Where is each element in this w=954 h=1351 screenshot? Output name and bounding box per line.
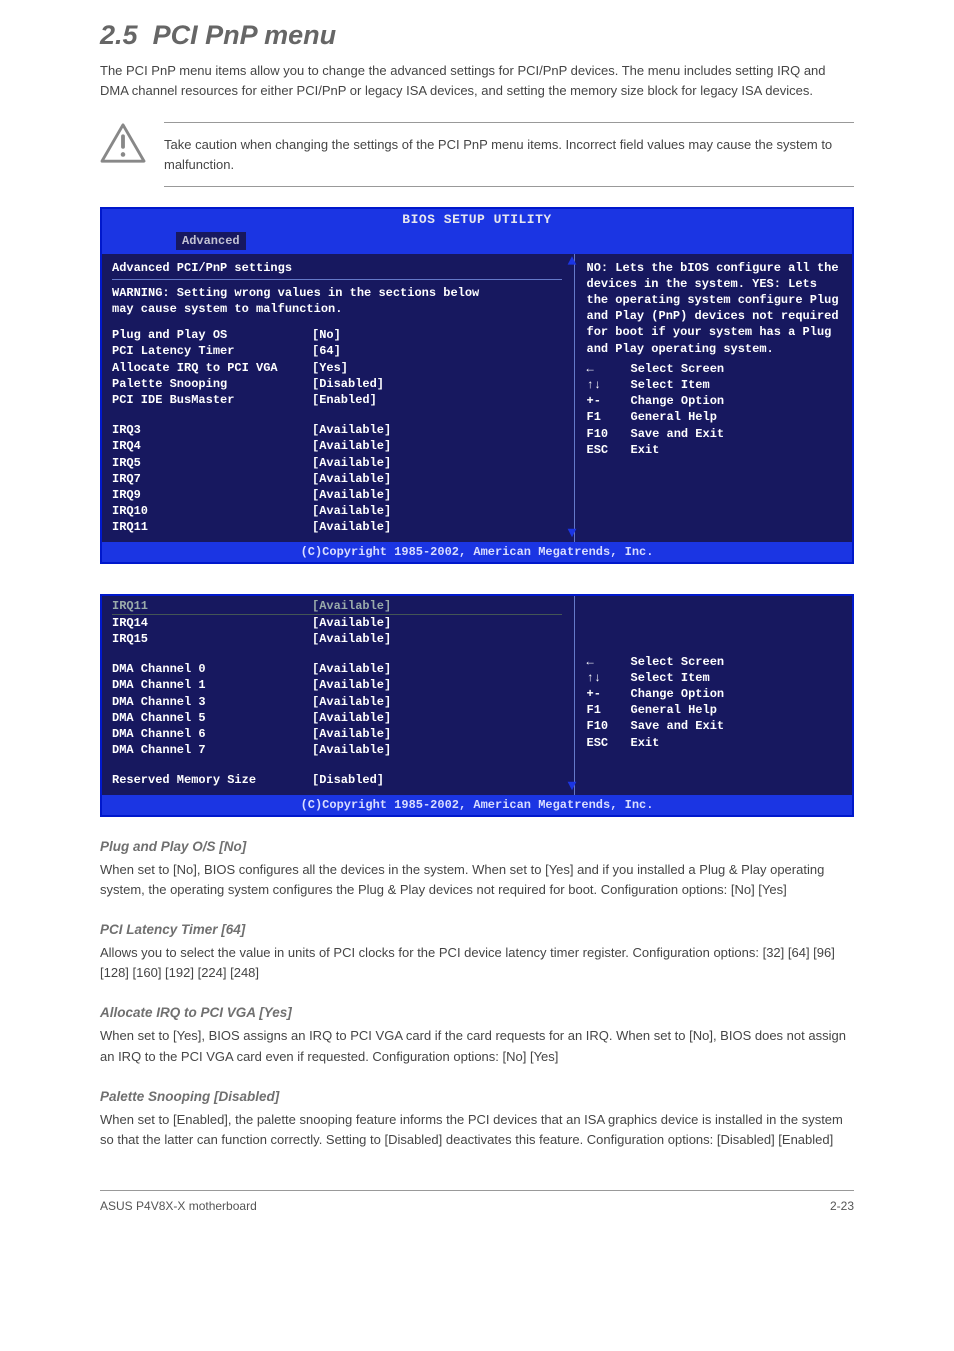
setting-row[interactable]: DMA Channel 0[Available]	[112, 661, 562, 677]
legend: ←Select Screen ↑↓Select Item +-Change Op…	[587, 361, 843, 458]
legend: ←Select Screen ↑↓Select Item +-Change Op…	[587, 654, 843, 751]
setting-row[interactable]: IRQ15[Available]	[112, 631, 562, 647]
setting-row[interactable]: IRQ3[Available]	[112, 422, 562, 438]
caution-block: Take caution when changing the settings …	[100, 122, 854, 187]
setting-row[interactable]: IRQ5[Available]	[112, 455, 562, 471]
section-number: 2.5	[100, 20, 138, 50]
setting-row[interactable]: IRQ14[Available]	[112, 615, 562, 631]
setting-row[interactable]: Palette Snooping[Disabled]	[112, 376, 562, 392]
bios-right-pane: NO: Lets the bIOS configure all the devi…	[575, 254, 853, 542]
setting-row[interactable]: IRQ9[Available]	[112, 487, 562, 503]
warning-icon	[100, 122, 146, 164]
setting-row[interactable]: IRQ11[Available]	[112, 598, 562, 614]
setting-row[interactable]: Plug and Play OS[No]	[112, 327, 562, 343]
section-intro: The PCI PnP menu items allow you to chan…	[100, 61, 854, 100]
bios-left-pane: ▲ ▼ Advanced PCI/PnP settings WARNING: S…	[102, 254, 575, 542]
setting-row[interactable]: PCI IDE BusMaster[Enabled]	[112, 392, 562, 408]
setting-row[interactable]: DMA Channel 7[Available]	[112, 742, 562, 758]
bios-warning: WARNING: Setting wrong values in the sec…	[112, 285, 562, 317]
subtext-pnp: When set to [No], BIOS configures all th…	[100, 860, 854, 900]
setting-row[interactable]: DMA Channel 3[Available]	[112, 694, 562, 710]
bios-copyright: (C)Copyright 1985-2002, American Megatre…	[102, 542, 852, 562]
setting-row[interactable]: IRQ4[Available]	[112, 438, 562, 454]
setting-row[interactable]: DMA Channel 6[Available]	[112, 726, 562, 742]
setting-row[interactable]: DMA Channel 1[Available]	[112, 677, 562, 693]
footer-right: 2-23	[830, 1199, 854, 1213]
bios-right-pane: ←Select Screen ↑↓Select Item +-Change Op…	[575, 596, 853, 795]
subhead-palette: Palette Snooping [Disabled]	[100, 1089, 854, 1104]
help-text: NO: Lets the bIOS configure all the devi…	[587, 260, 843, 357]
scroll-down-icon[interactable]: ▼	[568, 528, 580, 540]
setting-row[interactable]: PCI Latency Timer[64]	[112, 343, 562, 359]
bios-tabbar: Advanced	[102, 231, 852, 254]
setting-row[interactable]: DMA Channel 5[Available]	[112, 710, 562, 726]
subtext-allocate: When set to [Yes], BIOS assigns an IRQ t…	[100, 1026, 854, 1066]
page-footer: ASUS P4V8X-X motherboard 2-23	[100, 1190, 854, 1213]
caution-text: Take caution when changing the settings …	[164, 135, 854, 174]
irq-group: IRQ3[Available] IRQ4[Available] IRQ5[Ava…	[112, 422, 562, 535]
subhead-pnp: Plug and Play O/S [No]	[100, 839, 854, 854]
setting-row[interactable]: Reserved Memory Size[Disabled]	[112, 772, 562, 788]
footer-left: ASUS P4V8X-X motherboard	[100, 1199, 830, 1213]
bios-title: BIOS SETUP UTILITY	[102, 209, 852, 231]
section-heading: 2.5 PCI PnP menu	[100, 20, 854, 51]
setting-row[interactable]: IRQ10[Available]	[112, 503, 562, 519]
setting-row[interactable]: IRQ7[Available]	[112, 471, 562, 487]
subtext-latency: Allows you to select the value in units …	[100, 943, 854, 983]
section-title: PCI PnP menu	[153, 20, 337, 50]
settings-group: Plug and Play OS[No] PCI Latency Timer[6…	[112, 327, 562, 408]
bios-left-pane: ▼ IRQ11[Available] IRQ14[Available] IRQ1…	[102, 596, 575, 795]
subhead-allocate: Allocate IRQ to PCI VGA [Yes]	[100, 1005, 854, 1020]
setting-row[interactable]: IRQ11[Available]	[112, 519, 562, 535]
bios-screenshot-1: BIOS SETUP UTILITY Advanced ▲ ▼ Advanced…	[100, 207, 854, 564]
scroll-down-icon[interactable]: ▼	[568, 781, 580, 793]
tab-advanced[interactable]: Advanced	[176, 232, 246, 250]
scroll-up-icon[interactable]: ▲	[568, 256, 580, 268]
subtext-palette: When set to [Enabled], the palette snoop…	[100, 1110, 854, 1150]
setting-row[interactable]: Allocate IRQ to PCI VGA[Yes]	[112, 360, 562, 376]
panel-title: Advanced PCI/PnP settings	[112, 260, 562, 280]
subhead-latency: PCI Latency Timer [64]	[100, 922, 854, 937]
bios-screenshot-2: ▼ IRQ11[Available] IRQ14[Available] IRQ1…	[100, 594, 854, 817]
bios-copyright: (C)Copyright 1985-2002, American Megatre…	[102, 795, 852, 815]
